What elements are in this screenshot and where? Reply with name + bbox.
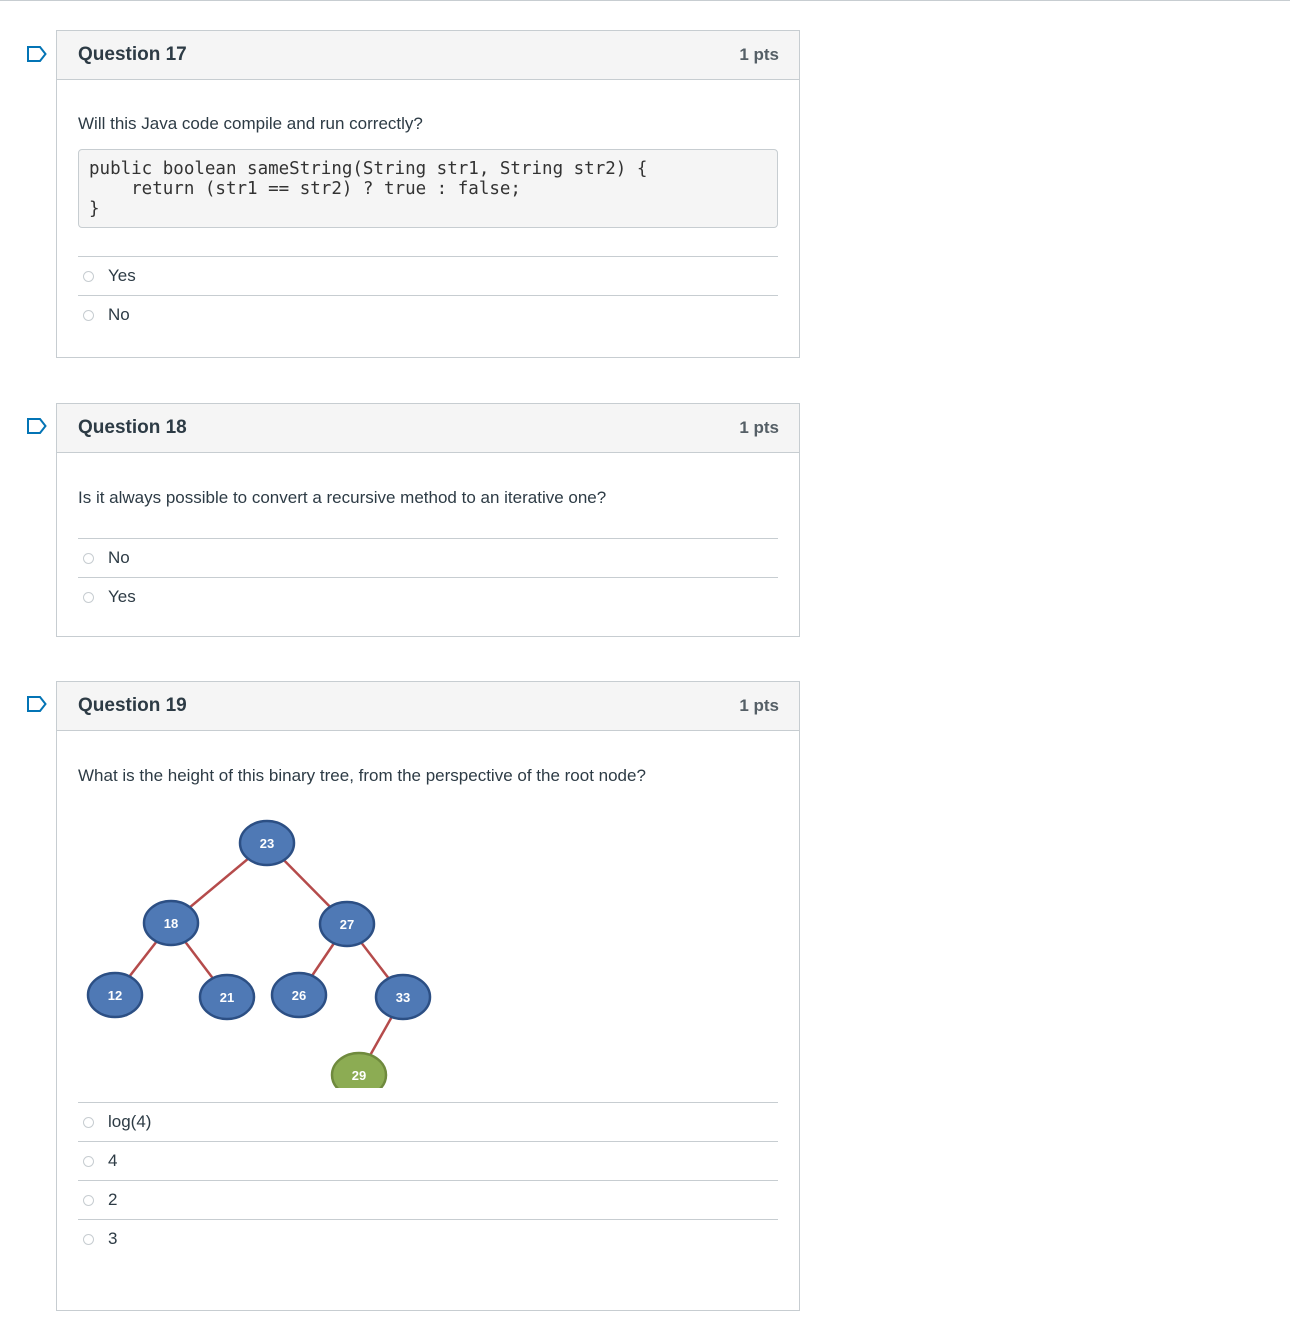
question-points: 1 pts <box>739 418 779 437</box>
question-title: Question 19 <box>78 695 187 716</box>
answer-option[interactable]: No <box>78 539 778 578</box>
question-17-card: Question 17 1 pts Will this Java code co… <box>56 30 800 358</box>
tree-node-label: 12 <box>108 988 122 1003</box>
question-header: Question 17 1 pts <box>57 31 799 80</box>
tree-node-label: 18 <box>164 916 178 931</box>
answer-label: No <box>108 548 130 567</box>
answer-option[interactable]: Yes <box>78 257 778 296</box>
question-title: Question 18 <box>78 417 187 438</box>
tree-node-label: 23 <box>260 836 274 851</box>
radio-button[interactable] <box>83 309 94 321</box>
question-18-card: Question 18 1 pts Is it always possible … <box>56 403 800 637</box>
answer-label: 2 <box>108 1190 118 1209</box>
answer-option[interactable]: log(4) <box>78 1103 778 1142</box>
question-prompt: Is it always possible to convert a recur… <box>78 488 607 507</box>
answer-list: No Yes <box>78 538 778 616</box>
question-title: Question 17 <box>78 44 187 65</box>
tree-node-label: 27 <box>340 917 354 932</box>
radio-button[interactable] <box>83 591 94 603</box>
question-header: Question 18 1 pts <box>57 404 799 453</box>
flag-question-17-icon[interactable] <box>27 46 47 62</box>
radio-button[interactable] <box>83 1194 94 1206</box>
tree-node: 23 <box>238 819 296 867</box>
tree-node: 21 <box>198 973 256 1021</box>
question-prompt: Will this Java code compile and run corr… <box>78 114 423 133</box>
answer-option[interactable]: 4 <box>78 1142 778 1181</box>
tree-node: 33 <box>374 973 432 1021</box>
tree-node-label: 33 <box>396 990 410 1005</box>
answer-label: Yes <box>108 587 136 606</box>
question-prompt: What is the height of this binary tree, … <box>78 766 646 785</box>
tree-node: 18 <box>142 899 200 947</box>
answer-label: 3 <box>108 1229 118 1248</box>
tree-node: 26 <box>270 971 328 1019</box>
answer-option[interactable]: Yes <box>78 578 778 616</box>
radio-button[interactable] <box>83 270 94 282</box>
answer-label: 4 <box>108 1151 118 1170</box>
question-points: 1 pts <box>739 696 779 715</box>
radio-button[interactable] <box>83 1233 94 1245</box>
answer-label: No <box>108 305 130 324</box>
answer-list: Yes No <box>78 256 778 334</box>
radio-button[interactable] <box>83 1116 94 1128</box>
answer-label: log(4) <box>108 1112 152 1131</box>
tree-node-label: 26 <box>292 988 306 1003</box>
question-points: 1 pts <box>739 45 779 64</box>
tree-node: 12 <box>86 971 144 1019</box>
tree-node: 29 <box>330 1051 388 1088</box>
answer-option[interactable]: 3 <box>78 1220 778 1258</box>
answer-label: Yes <box>108 266 136 285</box>
flag-question-18-icon[interactable] <box>27 418 47 434</box>
radio-button[interactable] <box>83 552 94 564</box>
radio-button[interactable] <box>83 1155 94 1167</box>
answer-option[interactable]: 2 <box>78 1181 778 1220</box>
tree-node-label: 21 <box>220 990 234 1005</box>
code-block: public boolean sameString(String str1, S… <box>78 149 778 228</box>
question-header: Question 19 1 pts <box>57 682 799 731</box>
top-divider <box>0 0 1290 1</box>
tree-node-label: 29 <box>352 1068 366 1083</box>
answer-option[interactable]: No <box>78 296 778 334</box>
tree-node: 27 <box>318 900 376 948</box>
question-19-card: Question 19 1 pts What is the height of … <box>56 681 800 1311</box>
binary-tree-diagram: 23 18 27 12 21 26 33 29 <box>78 798 478 1088</box>
answer-list: log(4) 4 2 3 <box>78 1102 778 1258</box>
flag-question-19-icon[interactable] <box>27 696 47 712</box>
